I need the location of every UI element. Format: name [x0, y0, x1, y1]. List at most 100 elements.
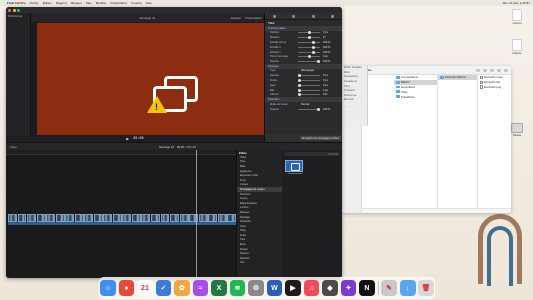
overlay-item[interactable]: Éléments: [342, 98, 367, 103]
desktop-file-icon[interactable]: Capture: [507, 39, 527, 55]
menu-presentation[interactable]: Présentation: [110, 1, 127, 5]
dock-app-icon[interactable]: W: [266, 280, 283, 296]
video-inspector-tab[interactable]: [273, 14, 277, 18]
dock-app-icon[interactable]: 🗑: [418, 280, 434, 296]
timeline-clip[interactable]: [103, 214, 113, 222]
close-window-button[interactable]: [8, 8, 11, 12]
timeline-clip[interactable]: [74, 214, 84, 222]
menu-edition[interactable]: Édition: [43, 1, 52, 5]
dock-app-icon[interactable]: ✿: [174, 280, 190, 296]
color-inspector-tab[interactable]: [292, 14, 296, 18]
project-name[interactable]: Montage 01: [159, 145, 174, 149]
blend-mode-dropdown[interactable]: Normal: [301, 103, 309, 106]
timeline-clip[interactable]: [160, 214, 170, 222]
dock-app-icon[interactable]: ♫: [303, 280, 320, 296]
dock-app-icon[interactable]: ✓: [155, 280, 172, 296]
menu-plan[interactable]: Plan: [86, 1, 92, 5]
timeline-clip[interactable]: [217, 214, 227, 222]
dock-app-icon[interactable]: X: [211, 280, 227, 296]
value-slider[interactable]: [298, 79, 320, 83]
crop-type-dropdown[interactable]: Découpage: [301, 69, 314, 72]
timeline-clip[interactable]: [17, 214, 27, 222]
timeline-clip[interactable]: [170, 214, 179, 222]
dock-app-icon[interactable]: ◆: [322, 280, 338, 296]
value-slider[interactable]: [298, 60, 320, 64]
finder-item-file[interactable]: Eccentric.png: [478, 85, 511, 90]
menu-clock[interactable]: Mer. 21 févr. à 15:57: [503, 1, 530, 5]
timeline-clip[interactable]: [179, 214, 189, 222]
warning-mark-icon: !: [155, 102, 158, 112]
value-slider[interactable]: [298, 40, 320, 44]
timeline-clip[interactable]: [84, 214, 94, 222]
effects-category-item[interactable]: Voix: [237, 261, 282, 266]
menu-aide[interactable]: Aide: [146, 1, 152, 5]
audio-inspector-tab[interactable]: [311, 14, 315, 18]
dock-app-icon[interactable]: ↓: [399, 280, 416, 296]
tag-icon[interactable]: [497, 68, 501, 72]
final-cut-window: Bibliothèque Montage 01 Adapter Présenta…: [6, 7, 342, 278]
desktop-icon-label: Disque: [512, 134, 522, 137]
dock-app-icon[interactable]: ✦: [340, 280, 357, 296]
menu-rapport[interactable]: Rapport: [56, 1, 67, 5]
timeline-clip[interactable]: [93, 214, 103, 222]
menu-fenetre[interactable]: Fenêtre: [131, 1, 141, 5]
value-slider[interactable]: [298, 36, 320, 40]
viewer-canvas[interactable]: !: [37, 23, 264, 135]
value-slider[interactable]: [298, 88, 320, 92]
playhead[interactable]: [196, 150, 197, 278]
dock-app-icon[interactable]: ●: [118, 280, 135, 296]
menu-fichier[interactable]: Fichier: [30, 1, 39, 5]
play-icon[interactable]: ▶: [126, 137, 129, 141]
timeline-clip[interactable]: [131, 214, 141, 222]
timeline-index-button[interactable]: Index: [10, 145, 17, 149]
timeline-area[interactable]: [6, 155, 237, 278]
value-slider[interactable]: [298, 107, 320, 111]
value-slider[interactable]: [298, 55, 320, 59]
value-slider[interactable]: [298, 74, 320, 78]
timeline-clip[interactable]: [112, 214, 122, 222]
timeline-clip[interactable]: [36, 214, 46, 222]
timeline-clip[interactable]: [150, 214, 160, 222]
timeline-clip[interactable]: [208, 214, 218, 222]
dock-app-icon[interactable]: ☺: [100, 280, 116, 296]
timeline-clip[interactable]: [8, 214, 17, 222]
view-dropdown[interactable]: Présentation: [245, 16, 262, 20]
value-slider[interactable]: [298, 93, 320, 97]
dock-app-icon[interactable]: ≈: [192, 280, 209, 296]
timeline-clip[interactable]: [227, 214, 237, 222]
group-icon[interactable]: [483, 68, 487, 72]
dock-app-icon[interactable]: 21: [137, 280, 153, 296]
value-slider[interactable]: [298, 50, 320, 54]
menu-marquer[interactable]: Marquer: [71, 1, 82, 5]
view-mode-icon[interactable]: [476, 68, 480, 72]
desktop-file-icon[interactable]: Capture: [507, 9, 527, 25]
menu-modifier[interactable]: Modifier: [96, 1, 107, 5]
timeline-clip[interactable]: [55, 214, 65, 222]
timeline-clip[interactable]: [65, 214, 75, 222]
share-icon[interactable]: [490, 68, 494, 72]
dock-app-icon[interactable]: ▶: [285, 280, 301, 296]
dock-app-icon[interactable]: N: [359, 280, 375, 296]
dock-app-icon[interactable]: ✎: [381, 280, 397, 296]
value-slider[interactable]: [298, 83, 320, 87]
search-icon[interactable]: [504, 68, 508, 72]
timeline-clip[interactable]: [27, 214, 36, 222]
timeline-clip[interactable]: [198, 214, 208, 222]
app-menu[interactable]: Final Cut Pro: [7, 1, 26, 5]
finder-item-eccentric-effects[interactable]: Eccentric Effects: [438, 75, 477, 80]
value-slider[interactable]: [298, 45, 320, 49]
timeline-clip[interactable]: [46, 214, 56, 222]
value-slider[interactable]: [298, 31, 320, 35]
effects-search-input[interactable]: Chercher: [284, 152, 340, 156]
effect-thumbnail[interactable]: [285, 160, 303, 172]
zoom-dropdown[interactable]: Adapter: [231, 16, 242, 20]
save-effects-preset-button[interactable]: Enregistrer les préréglages d'effets: [300, 136, 341, 140]
timeline-clip[interactable]: [122, 214, 132, 222]
finder-item-transitions[interactable]: Transitions: [394, 94, 437, 99]
info-inspector-tab[interactable]: [330, 14, 334, 18]
timeline-clip[interactable]: [141, 214, 151, 222]
dock-app-icon[interactable]: ⚙: [248, 280, 264, 296]
fullscreen-window-button[interactable]: [17, 8, 20, 12]
minimize-window-button[interactable]: [12, 8, 16, 12]
dock-app-icon[interactable]: ≋: [229, 280, 246, 296]
